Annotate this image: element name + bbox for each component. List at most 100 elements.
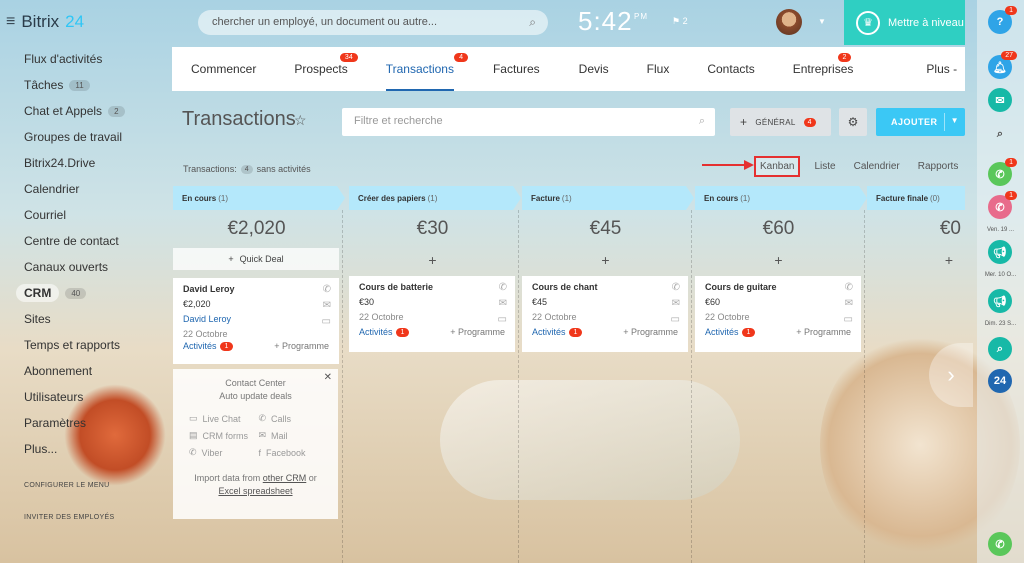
- search-icon[interactable]: ⌕: [699, 115, 705, 128]
- tab-contacts[interactable]: Contacts: [707, 47, 754, 91]
- megaphone-icon[interactable]: 📢︎: [988, 289, 1012, 313]
- deal-card[interactable]: Cours de chant €45 22 Octobre ✆ ✉ ▭ Acti…: [522, 276, 688, 352]
- view-kanban[interactable]: Kanban: [754, 156, 801, 177]
- tab-factures[interactable]: Factures: [493, 47, 540, 91]
- phone-icon[interactable]: ✆: [499, 282, 507, 293]
- stage-header[interactable]: Facture (1): [522, 186, 694, 210]
- tab-plus[interactable]: Plus -: [926, 47, 957, 91]
- tab-entreprises[interactable]: Entreprises 2: [793, 47, 853, 91]
- mail-icon[interactable]: ✉: [499, 298, 507, 309]
- chat-bubble-icon[interactable]: ▭: [671, 314, 680, 325]
- tab-devis[interactable]: Devis: [579, 47, 609, 91]
- sidebar-item-taches[interactable]: Tâches 11: [0, 72, 172, 98]
- deal-title[interactable]: Cours de batterie: [359, 282, 505, 292]
- sidebar-item-chat[interactable]: Chat et Appels 2: [0, 98, 172, 124]
- schedule-link[interactable]: + Programme: [796, 327, 851, 337]
- call-icon[interactable]: ✆ 1: [988, 191, 1017, 219]
- deal-title[interactable]: Cours de chant: [532, 282, 678, 292]
- sidebar-item-utilisateurs[interactable]: Utilisateurs: [0, 384, 172, 410]
- stage-header[interactable]: Créer des papiers (1): [349, 186, 521, 210]
- deal-contact-link[interactable]: David Leroy: [183, 314, 329, 324]
- search-doc-icon[interactable]: ⌕: [988, 337, 1012, 361]
- tab-flux[interactable]: Flux: [647, 47, 670, 91]
- tab-transactions[interactable]: Transactions 4: [385, 47, 468, 91]
- chat-bubble-icon[interactable]: ▭: [322, 316, 331, 327]
- viber-item[interactable]: ✆ Viber: [189, 447, 259, 458]
- chat-icon[interactable]: ✉: [988, 88, 1012, 112]
- add-deal-button[interactable]: +: [867, 252, 965, 268]
- sidebar-item-crm[interactable]: CRM 40: [0, 280, 172, 306]
- view-liste[interactable]: Liste: [810, 156, 839, 177]
- add-deal-button[interactable]: +: [349, 252, 516, 268]
- calls-item[interactable]: ✆ Calls: [259, 413, 329, 424]
- other-crm-link[interactable]: other CRM: [263, 473, 307, 483]
- filter-search-input[interactable]: Filtre et recherche ⌕: [342, 108, 715, 136]
- sidebar-item-groupes[interactable]: Groupes de travail: [0, 124, 172, 150]
- sidebar-item-temps[interactable]: Temps et rapports: [0, 332, 172, 358]
- phone-icon[interactable]: ✆: [672, 282, 680, 293]
- phone-icon[interactable]: ✆: [323, 284, 331, 295]
- tab-prospects[interactable]: Prospects 34: [294, 47, 358, 91]
- sidebar-item-courriel[interactable]: Courriel: [0, 202, 172, 228]
- chevron-down-icon[interactable]: ▼: [951, 116, 959, 125]
- schedule-link[interactable]: + Programme: [623, 327, 678, 337]
- excel-link[interactable]: Excel spreadsheet: [218, 486, 292, 496]
- activities-link[interactable]: Activités 1: [359, 327, 410, 337]
- sidebar-item-parametres[interactable]: Paramètres: [0, 410, 172, 436]
- megaphone-icon[interactable]: 📢︎: [988, 240, 1012, 264]
- sidebar-item-canaux[interactable]: Canaux ouverts: [0, 254, 172, 280]
- chevron-down-icon[interactable]: ▼: [818, 17, 826, 26]
- stage-header[interactable]: Facture finale (0): [867, 186, 965, 210]
- avatar[interactable]: [776, 9, 802, 35]
- sidebar-item-drive[interactable]: Bitrix24.Drive: [0, 150, 172, 176]
- mail-icon[interactable]: ✉: [672, 298, 680, 309]
- deal-card[interactable]: Cours de batterie €30 22 Octobre ✆ ✉ ▭ A…: [349, 276, 515, 352]
- crm-forms-item[interactable]: ▤ CRM forms: [189, 430, 259, 441]
- gear-icon[interactable]: ⚙: [839, 108, 867, 136]
- search-icon[interactable]: ⌕: [529, 15, 536, 30]
- chat-bubble-icon[interactable]: ▭: [844, 314, 853, 325]
- deal-card[interactable]: David Leroy €2,020 David Leroy 22 Octobr…: [173, 278, 339, 364]
- chat-bubble-icon[interactable]: ▭: [498, 314, 507, 325]
- sidebar-item-calendrier[interactable]: Calendrier: [0, 176, 172, 202]
- quick-deal-button[interactable]: + Quick Deal: [173, 248, 339, 270]
- activities-link[interactable]: Activités 1: [705, 327, 756, 337]
- deal-title[interactable]: David Leroy: [183, 284, 329, 294]
- schedule-link[interactable]: + Programme: [450, 327, 505, 337]
- mail-icon[interactable]: ✉: [323, 300, 331, 311]
- add-button[interactable]: AJOUTER ▼: [876, 108, 965, 136]
- general-pipeline-button[interactable]: + GÉNÉRAL 4: [730, 108, 831, 136]
- sidebar-item-abonnement[interactable]: Abonnement: [0, 358, 172, 384]
- bitrix24-icon[interactable]: 24: [988, 369, 1012, 393]
- view-rapports[interactable]: Rapports: [914, 156, 963, 177]
- schedule-link[interactable]: + Programme: [274, 341, 329, 351]
- app-logo[interactable]: ≡ Bitrix 24: [6, 12, 84, 32]
- favorite-star-icon[interactable]: ☆: [294, 112, 307, 129]
- add-deal-button[interactable]: +: [522, 252, 689, 268]
- activities-link[interactable]: Activités 1: [183, 341, 234, 351]
- add-deal-button[interactable]: +: [695, 252, 862, 268]
- sidebar-item-plus[interactable]: Plus...: [0, 436, 172, 462]
- search-icon[interactable]: ⌕: [988, 122, 1012, 146]
- live-chat-item[interactable]: ▭ Live Chat: [189, 413, 259, 424]
- phone-icon[interactable]: ✆: [988, 532, 1012, 556]
- facebook-item[interactable]: f Facebook: [259, 447, 329, 458]
- invite-employees-link[interactable]: INVITER DES EMPLOYÉS: [24, 514, 114, 521]
- stage-header[interactable]: En cours (1): [695, 186, 867, 210]
- stage-header[interactable]: En cours (1): [173, 186, 345, 210]
- phone-icon[interactable]: ✆: [845, 282, 853, 293]
- mail-item[interactable]: ✉ Mail: [259, 430, 329, 441]
- tab-commencer[interactable]: Commencer: [191, 47, 256, 91]
- flag-counter[interactable]: ⚑ 2: [672, 16, 688, 27]
- notification-bell-icon[interactable]: 🔔︎ 27: [988, 51, 1017, 79]
- close-icon[interactable]: ✕: [324, 372, 332, 383]
- sidebar-item-flux[interactable]: Flux d'activités: [0, 46, 172, 72]
- mail-icon[interactable]: ✉: [845, 298, 853, 309]
- global-search-input[interactable]: chercher un employé, un document ou autr…: [198, 10, 548, 35]
- menu-burger-icon[interactable]: ≡: [6, 13, 15, 31]
- configure-menu-link[interactable]: CONFIGURER LE MENU: [24, 482, 110, 489]
- upgrade-button[interactable]: ♛ Mettre à niveau: [844, 0, 965, 45]
- activities-link[interactable]: Activités 1: [532, 327, 583, 337]
- sidebar-item-sites[interactable]: Sites: [0, 306, 172, 332]
- sidebar-item-centre-contact[interactable]: Centre de contact: [0, 228, 172, 254]
